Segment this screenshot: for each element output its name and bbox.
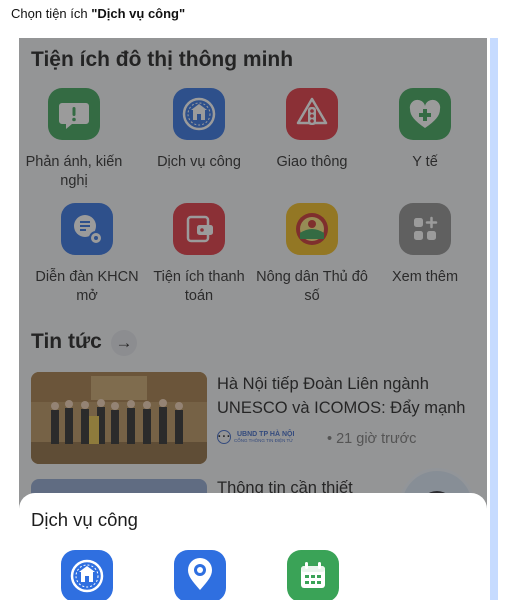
utility-digital-farmer[interactable]: Nông dân Thủ đô số <box>253 203 371 306</box>
traffic-light-icon <box>286 88 338 140</box>
public-service-sheet: Dịch vụ công <box>19 493 487 600</box>
utility-payment[interactable]: Tiện ích thanh toán <box>140 203 258 306</box>
ha-noi-emblem-icon[interactable] <box>61 550 113 600</box>
utility-label: Nông dân Thủ đô số <box>256 269 368 304</box>
scrollbar[interactable] <box>490 38 498 600</box>
news-time: • 21 giờ trước <box>327 431 417 447</box>
utility-traffic[interactable]: Giao thông <box>253 88 371 172</box>
utility-see-more[interactable]: Xem thêm <box>366 203 484 287</box>
utility-label: Tiện ích thanh toán <box>153 269 245 304</box>
sheet-title: Dịch vụ công <box>31 509 138 530</box>
source-name: UBND TP HÀ NỘI <box>237 431 295 438</box>
utility-label: Xem thêm <box>391 269 459 285</box>
app-screen: Tiện ích đô thị thông minh Phản ánh, kiế… <box>19 38 487 600</box>
instruction-target: "Dịch vụ công" <box>91 6 186 21</box>
utility-label: Giao thông <box>276 154 348 170</box>
instruction-prefix: Chọn tiện ích <box>11 6 92 21</box>
utility-label: Diễn đàn KHCN mở <box>35 269 139 304</box>
source-subtitle: CỔNG THÔNG TIN ĐIỆN TỬ <box>234 438 294 443</box>
science-forum-icon <box>61 203 113 255</box>
arrow-right-icon[interactable]: → <box>111 330 137 356</box>
location-pin-icon[interactable] <box>174 550 226 600</box>
news-thumbnail[interactable] <box>31 372 207 464</box>
farmer-emblem-icon <box>286 203 338 255</box>
utility-health[interactable]: Y tế <box>366 88 484 172</box>
ha-noi-emblem-icon <box>173 88 225 140</box>
news-source: UBND TP HÀ NỘI CỔNG THÔNG TIN ĐIỆN TỬ <box>217 430 294 444</box>
health-heart-icon <box>399 88 451 140</box>
news-title: Tin tức <box>31 330 102 353</box>
instruction-text: Chọn tiện ích "Dịch vụ công" <box>11 6 185 21</box>
news-time-value: 21 giờ trước <box>336 431 417 447</box>
city-logo-icon <box>217 430 231 444</box>
calendar-icon[interactable] <box>287 550 339 600</box>
utility-label: Dịch vụ công <box>157 154 241 170</box>
utility-feedback[interactable]: Phản ánh, kiến nghị <box>19 88 133 191</box>
utilities-title: Tiện ích đô thị thông minh <box>31 48 294 71</box>
wallet-icon <box>173 203 225 255</box>
utility-label: Y tế <box>412 154 438 170</box>
utility-public-service[interactable]: Dịch vụ công <box>140 88 258 172</box>
report-bubble-icon <box>48 88 100 140</box>
utility-science-forum[interactable]: Diễn đàn KHCN mở <box>28 203 146 306</box>
utility-label: Phản ánh, kiến nghị <box>25 154 123 189</box>
grid-more-icon <box>399 203 451 255</box>
